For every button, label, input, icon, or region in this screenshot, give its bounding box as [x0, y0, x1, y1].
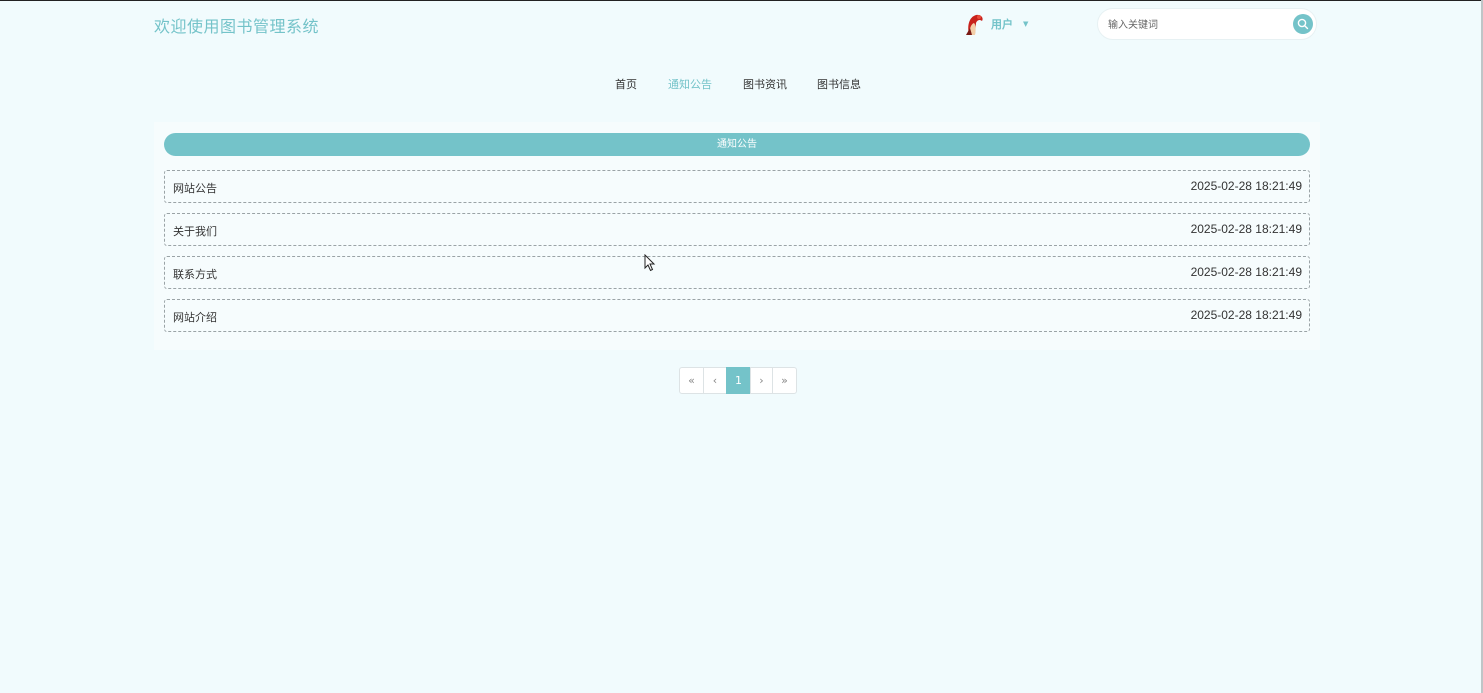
notice-time: 2025-02-28 18:21:49 — [1190, 222, 1302, 236]
search-button[interactable] — [1293, 14, 1313, 34]
main-nav: 首页 通知公告 图书资讯 图书信息 — [0, 76, 1483, 92]
search-box — [1097, 8, 1317, 40]
prev-page-button[interactable]: ‹ — [703, 367, 727, 394]
user-avatar-icon — [963, 12, 985, 36]
notice-time: 2025-02-28 18:21:49 — [1190, 265, 1302, 279]
nav-item-book-news[interactable]: 图书资讯 — [743, 76, 787, 92]
notice-title[interactable]: 联系方式 — [173, 266, 217, 282]
search-icon — [1297, 18, 1309, 30]
chevron-down-icon[interactable]: ▼ — [1023, 20, 1028, 28]
notice-title[interactable]: 网站公告 — [173, 180, 217, 196]
last-page-button[interactable]: » — [772, 367, 797, 394]
page-1-button[interactable]: 1 — [726, 367, 751, 394]
user-menu[interactable]: 用户 ▼ — [963, 12, 1028, 36]
next-page-button[interactable]: › — [750, 367, 773, 394]
first-page-button[interactable]: « — [679, 367, 704, 394]
notice-time: 2025-02-28 18:21:49 — [1190, 179, 1302, 193]
notice-title[interactable]: 关于我们 — [173, 223, 217, 239]
pagination: « ‹ 1 › » — [679, 367, 797, 394]
notice-item[interactable]: 联系方式 2025-02-28 18:21:49 — [164, 256, 1310, 289]
user-label[interactable]: 用户 — [991, 16, 1013, 32]
nav-item-home[interactable]: 首页 — [615, 76, 637, 92]
window-top-border — [0, 0, 1483, 1]
notice-title[interactable]: 网站介绍 — [173, 309, 217, 325]
notice-panel-heading: 通知公告 — [164, 133, 1310, 156]
nav-item-book-info[interactable]: 图书信息 — [817, 76, 861, 92]
notice-time: 2025-02-28 18:21:49 — [1190, 308, 1302, 322]
notice-item[interactable]: 网站公告 2025-02-28 18:21:49 — [164, 170, 1310, 203]
nav-item-notices[interactable]: 通知公告 — [668, 76, 712, 92]
mouse-cursor-icon — [644, 254, 656, 272]
search-input[interactable] — [1106, 15, 1290, 35]
site-title: 欢迎使用图书管理系统 — [154, 17, 320, 36]
notice-item[interactable]: 网站介绍 2025-02-28 18:21:49 — [164, 299, 1310, 332]
notice-item[interactable]: 关于我们 2025-02-28 18:21:49 — [164, 213, 1310, 246]
